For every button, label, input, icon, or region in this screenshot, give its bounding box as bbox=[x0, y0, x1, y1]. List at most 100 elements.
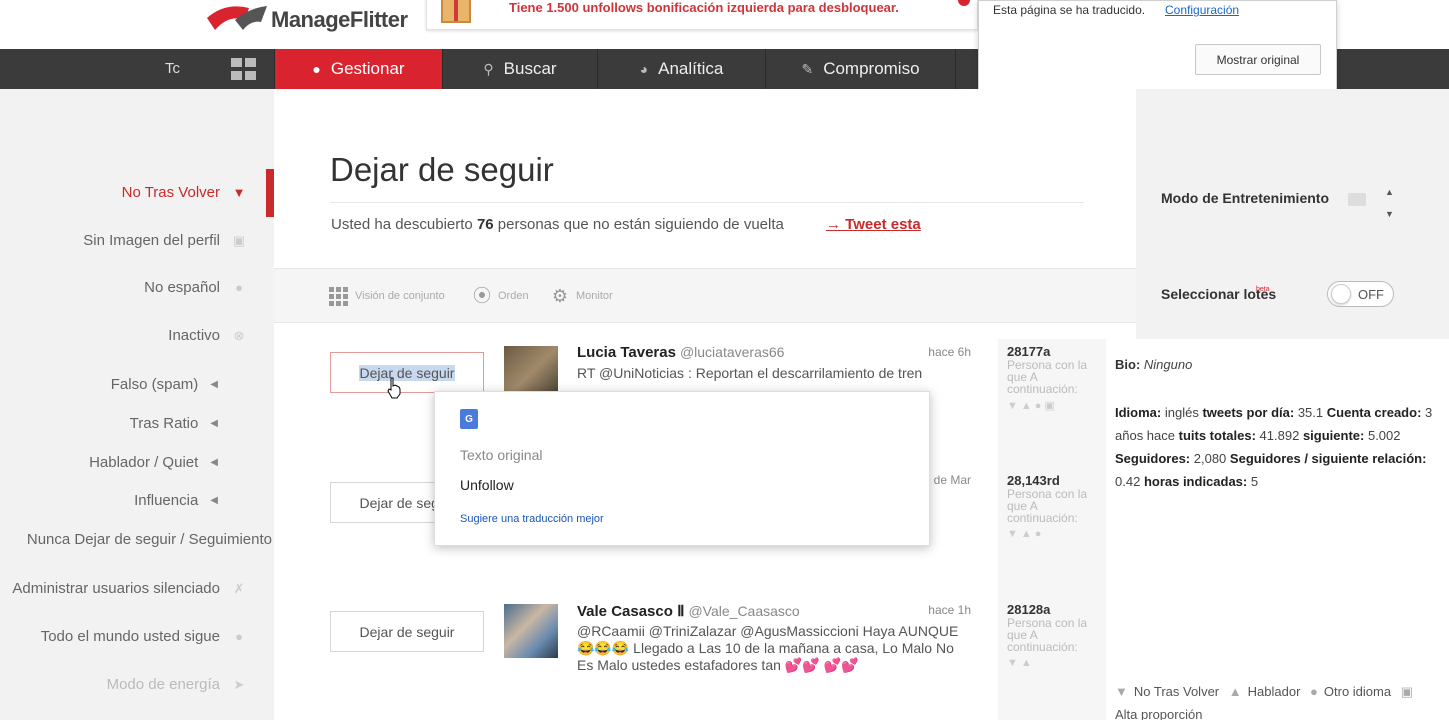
subtitle-post: personas que no están siguiendo de vuelt… bbox=[497, 216, 784, 233]
stat-label: Persona con la que A continuación: bbox=[1007, 358, 1088, 396]
tweet-time: hace 6h bbox=[928, 345, 971, 359]
suggest-translation-link[interactable]: Sugiere una traducción mejor bbox=[460, 513, 604, 525]
logo-mark-icon bbox=[205, 0, 271, 40]
sidebar-item-influencia[interactable]: Influencia ◀ bbox=[134, 492, 218, 509]
order-button[interactable]: ⦿ Orden bbox=[472, 287, 529, 305]
entertainment-stepper[interactable]: ▲ ▼ bbox=[1385, 181, 1394, 225]
hours-label: horas indicadas: bbox=[1143, 474, 1248, 489]
search-icon: ⚲ bbox=[483, 60, 494, 77]
tweet-this-link[interactable]: → Tweet esta bbox=[826, 216, 921, 233]
sidebar-item-label: Influencia bbox=[134, 492, 199, 509]
beta-badge: beta bbox=[1256, 286, 1270, 293]
nav-left-text: Tc bbox=[165, 60, 180, 77]
user-stats: 28128a Persona con la que A continuación… bbox=[998, 589, 1106, 720]
tab-gestionar[interactable]: ● Gestionar bbox=[274, 49, 442, 89]
tag-otro-idioma[interactable]: Otro idioma bbox=[1324, 684, 1391, 699]
sidebar-item-no-tras-volver[interactable]: No Tras Volver ▼ bbox=[122, 184, 248, 201]
sidebar-item-label: Sin Imagen del perfil bbox=[83, 232, 220, 249]
translate-settings-link[interactable]: Configuración bbox=[1165, 3, 1239, 17]
apps-grid-icon[interactable] bbox=[231, 58, 256, 80]
sidebar-item-hablador[interactable]: Hablador / Quiet ◀ bbox=[89, 454, 218, 471]
sidebar-item-label: No Tras Volver bbox=[121, 184, 220, 201]
stat-rank: 28,143rd bbox=[1007, 473, 1060, 488]
hours-value: 5 bbox=[1250, 474, 1259, 489]
google-translate-icon: G bbox=[460, 409, 478, 429]
tab-label: Gestionar bbox=[330, 59, 405, 78]
user-handle: @Vale_Caasasco bbox=[688, 603, 800, 619]
tab-buscar[interactable]: ⚲ Buscar bbox=[442, 49, 597, 89]
speech-bubble-icon: ● bbox=[235, 280, 243, 295]
sidebar-item-inactivo[interactable]: Inactivo ⊗ bbox=[168, 327, 248, 344]
sidebar-item-label: Modo de energía bbox=[106, 676, 220, 693]
monitor-label: Monitor bbox=[576, 290, 613, 302]
stat-rank: 28177a bbox=[1007, 344, 1051, 359]
sidebar-item-sin-imagen[interactable]: Sin Imagen del perfil ▣ bbox=[83, 232, 248, 249]
sidebar-item-modo-energia[interactable]: Modo de energía ➤ bbox=[107, 676, 248, 693]
sidebar-item-nunca-dejar[interactable]: Nunca Dejar de seguir / Seguimiento bbox=[27, 531, 272, 548]
original-text-value: Unfollow bbox=[460, 477, 514, 493]
lang-label: Idioma: bbox=[1115, 405, 1162, 420]
subtitle-count: 76 bbox=[476, 216, 494, 233]
triangle-left-icon: ◀ bbox=[210, 418, 218, 429]
sidebar-item-falso[interactable]: Falso (spam) ◀ bbox=[111, 376, 218, 393]
sidebar-item-label: Inactivo bbox=[168, 327, 220, 344]
sort-circle-icon: ⦿ bbox=[473, 286, 491, 306]
stat-label: Persona con la que A continuación: bbox=[1007, 487, 1088, 525]
hand-cursor-icon bbox=[387, 377, 401, 399]
bio-label: Bio: bbox=[1115, 357, 1141, 372]
sidebar-item-tras-ratio[interactable]: Tras Ratio ◀ bbox=[130, 415, 218, 432]
followers-value: 2,080 bbox=[1193, 451, 1227, 466]
tpd-label: tweets por día: bbox=[1202, 405, 1295, 420]
tweet-text: @RCaamii @TriniZalazar @AgusMassiccioni … bbox=[577, 623, 959, 673]
tab-label: Compromiso bbox=[823, 59, 920, 78]
arrow-up-icon: ▲ bbox=[1228, 684, 1242, 699]
avatar[interactable] bbox=[504, 604, 558, 658]
user-name-text: Vale Casasco Ⅱ bbox=[577, 603, 685, 620]
tweet-text: RT @UniNoticias : Reportan el descarrila… bbox=[577, 365, 923, 381]
user-name[interactable]: Vale Casasco Ⅱ @Vale_Caasasco bbox=[577, 602, 800, 620]
promo-text: Tiene 1.500 unfollows bonificación izqui… bbox=[509, 0, 899, 15]
ratio-label: Seguidores / siguiente relación: bbox=[1229, 451, 1427, 466]
following-value: 5.002 bbox=[1367, 428, 1401, 443]
entertainment-mode-label: Modo de Entretenimiento bbox=[1161, 190, 1329, 206]
sidebar-item-silenciado[interactable]: Administrar usuarios silenciado ✗ bbox=[12, 580, 248, 597]
chevron-up-icon[interactable]: ▲ bbox=[1385, 181, 1394, 203]
stat-rank: 28128a bbox=[1007, 602, 1051, 617]
user-icon: ● bbox=[312, 61, 321, 77]
dashboard-icon: ◕ bbox=[639, 61, 649, 77]
tweet-time: hace 1h bbox=[928, 603, 971, 617]
sidebar-item-label: Todo el mundo usted sigue bbox=[40, 628, 220, 645]
tag-no-tras-volver[interactable]: No Tras Volver bbox=[1134, 684, 1219, 699]
sidebar-item-todo-el-mundo[interactable]: Todo el mundo usted sigue ● bbox=[41, 628, 248, 645]
tab-more[interactable] bbox=[955, 49, 979, 89]
speech-bubble-icon: ● bbox=[1310, 684, 1318, 699]
chevron-down-icon[interactable]: ▼ bbox=[1385, 203, 1394, 225]
rocket-icon: ➤ bbox=[233, 676, 245, 692]
view-toolbar: Visión de conjunto ⦿ Orden ⚙ Monitor bbox=[274, 268, 1136, 323]
divider bbox=[330, 202, 1084, 203]
show-original-button[interactable]: Mostrar original bbox=[1195, 44, 1321, 75]
tab-compromiso[interactable]: ✎ Compromiso bbox=[765, 49, 955, 89]
unfollow-label: Dejar de seguir bbox=[358, 364, 456, 381]
user-detail-panel: Bio: Ninguno Idioma: inglés tweets por d… bbox=[1106, 339, 1449, 720]
batch-toggle[interactable]: OFF bbox=[1327, 281, 1394, 307]
overview-button[interactable]: Visión de conjunto bbox=[329, 287, 445, 306]
tab-label: Buscar bbox=[503, 59, 557, 78]
thumbs-down-icon: ▼ bbox=[232, 185, 246, 200]
tpd-value: 35.1 bbox=[1297, 405, 1324, 420]
translate-info-text: Esta página se ha traducido. bbox=[993, 3, 1146, 17]
user-name[interactable]: Lucia Taveras @luciataveras66 bbox=[577, 344, 784, 361]
tag-alta-proporcion[interactable]: Alta proporción bbox=[1115, 707, 1202, 720]
unfollow-button[interactable]: Dejar de seguir bbox=[330, 611, 484, 652]
monitor-button[interactable]: ⚙ Monitor bbox=[550, 287, 613, 305]
unfollow-button[interactable]: Dejar de seguir bbox=[330, 352, 484, 393]
sidebar-item-no-espanol[interactable]: No español ● bbox=[144, 279, 248, 296]
sidebar-item-label: Tras Ratio bbox=[129, 415, 199, 432]
ratio-value: 0.42 bbox=[1115, 474, 1141, 489]
tag-hablador[interactable]: Hablador bbox=[1248, 684, 1301, 699]
toggle-state: OFF bbox=[1358, 286, 1384, 302]
active-indicator bbox=[266, 169, 274, 217]
logo[interactable]: ManageFlitter bbox=[205, 0, 408, 40]
tag-list: ▼ No Tras Volver ▲ Hablador ● Otro idioma ▣… bbox=[1115, 680, 1449, 720]
tab-analitica[interactable]: ◕ Analítica bbox=[597, 49, 765, 89]
